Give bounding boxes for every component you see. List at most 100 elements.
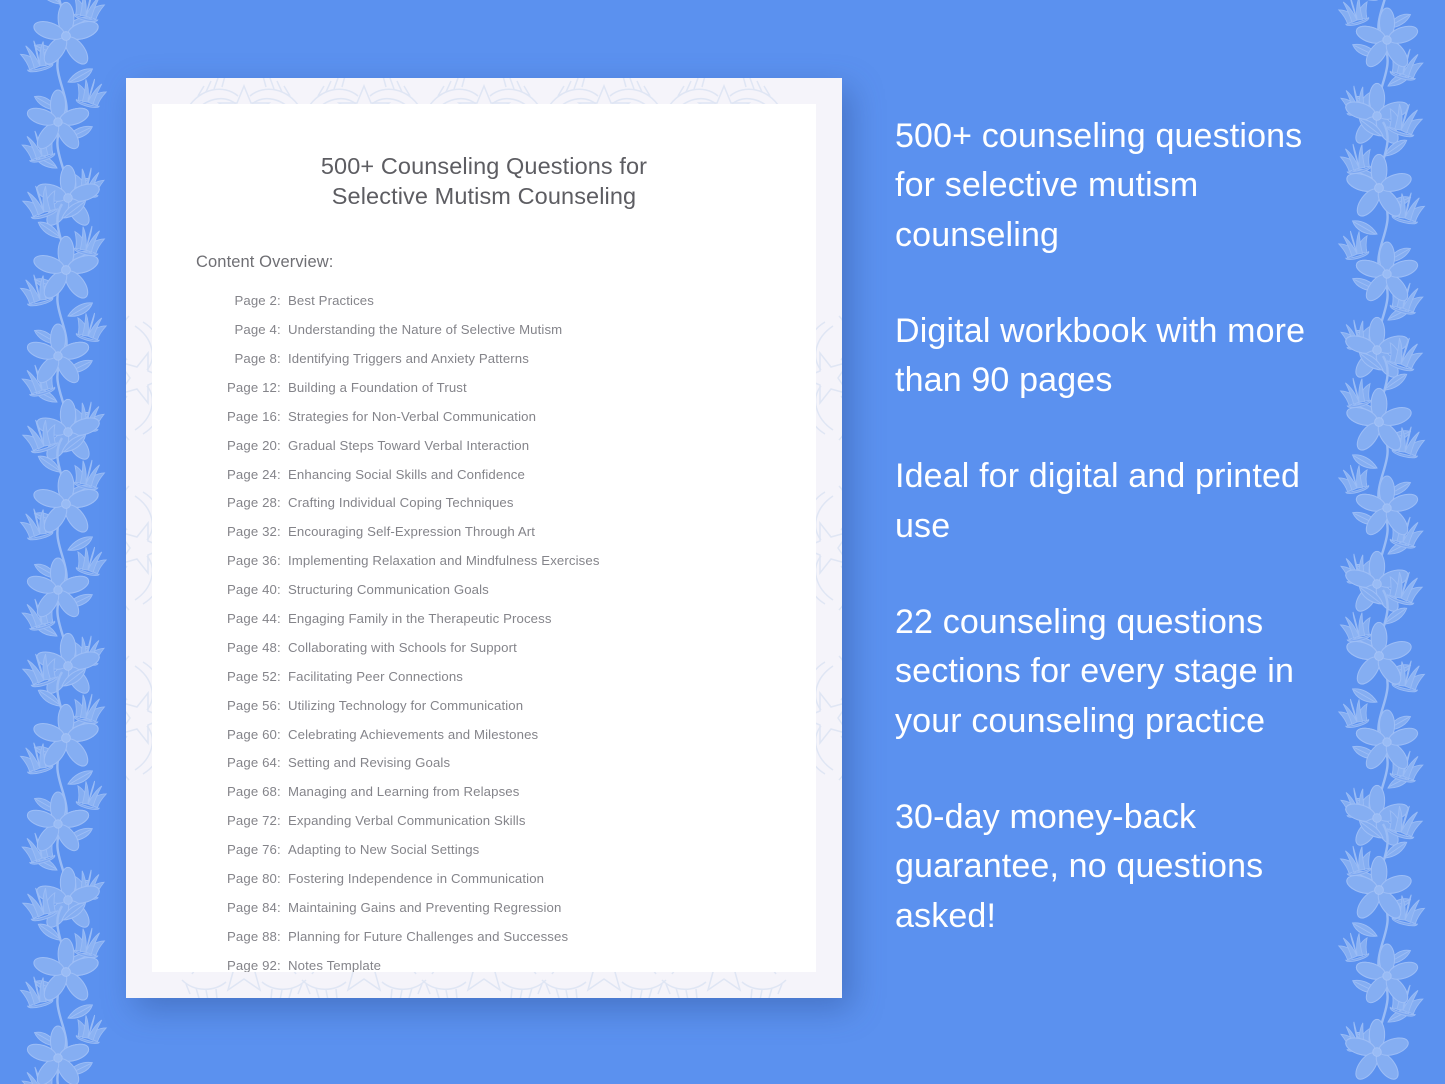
- toc-topic-label: Engaging Family in the Therapeutic Proce…: [288, 610, 552, 626]
- toc-topic-label: Enhancing Social Skills and Confidence: [288, 466, 525, 482]
- toc-separator: :: [277, 553, 281, 569]
- table-of-contents-row: Page 72: Expanding Verbal Communication S…: [220, 813, 816, 842]
- toc-page-number: Page 84: [227, 899, 277, 915]
- toc-page-number: Page 4: [234, 322, 277, 338]
- toc-page-number: Page 24: [227, 466, 277, 482]
- toc-page-number: Page 80: [227, 870, 277, 886]
- toc-page-number: Page 76: [227, 842, 277, 858]
- toc-topic-label: Encouraging Self-Expression Through Art: [288, 524, 536, 540]
- toc-separator: :: [277, 408, 281, 424]
- toc-page-number: Page 40: [227, 582, 277, 598]
- table-of-contents-row: Page 88: Planning for Future Challenges a…: [220, 929, 816, 958]
- table-of-contents-row: Page 2: Best Practices: [220, 293, 816, 322]
- toc-separator: :: [277, 784, 281, 800]
- toc-page-number: Page 48: [227, 639, 277, 655]
- toc-page-number: Page 2: [234, 293, 277, 309]
- promo-block: Digital workbook with more than 90 pages: [895, 311, 1306, 400]
- table-of-contents-row: Page 56: Utilizing Technology for Communi…: [220, 698, 816, 727]
- toc-page-number: Page 8: [234, 350, 277, 366]
- toc-topic-label: Structuring Communication Goals: [288, 582, 489, 598]
- workbook-page-sheet: 500+ Counseling Questions for Selective …: [152, 104, 816, 972]
- toc-separator: :: [277, 582, 281, 598]
- toc-separator: :: [277, 899, 281, 915]
- toc-topic-label: Identifying Triggers and Anxiety Pattern…: [288, 350, 529, 366]
- table-of-contents-row: Page 36: Implementing Relaxation and Mind…: [220, 553, 816, 582]
- table-of-contents-row: Page 92: Notes Template: [220, 958, 816, 972]
- toc-separator: :: [277, 350, 281, 366]
- table-of-contents-row: Page 48: Collaborating with Schools for S…: [220, 640, 816, 669]
- toc-separator: :: [277, 957, 281, 972]
- toc-topic-label: Setting and Revising Goals: [288, 755, 451, 771]
- toc-page-number: Page 72: [227, 813, 277, 829]
- toc-separator: :: [277, 697, 281, 713]
- left-floral-border: [0, 0, 132, 1084]
- toc-topic-label: Adapting to New Social Settings: [288, 842, 480, 858]
- table-of-contents-row: Page 52: Facilitating Peer Connections: [220, 669, 816, 698]
- toc-topic-label: Utilizing Technology for Communication: [288, 697, 524, 713]
- promo-block: Ideal for digital and printed use: [895, 457, 1301, 545]
- page-title: 500+ Counseling Questions for Selective …: [152, 104, 816, 211]
- toc-topic-label: Gradual Steps Toward Verbal Interaction: [288, 437, 530, 453]
- toc-page-number: Page 16: [227, 408, 277, 424]
- toc-topic-label: Notes Template: [288, 957, 382, 972]
- content-overview-label: Content Overview:: [196, 253, 334, 272]
- toc-topic-label: Facilitating Peer Connections: [288, 668, 464, 684]
- toc-page-number: Page 44: [227, 610, 277, 626]
- toc-page-number: Page 36: [227, 553, 277, 569]
- table-of-contents-row: Page 24: Enhancing Social Skills and Conf…: [220, 467, 816, 496]
- card-frame: 500+ Counseling Questions for Selective …: [126, 78, 842, 998]
- toc-separator: :: [277, 379, 281, 395]
- page-title-line-1: 500+ Counseling Questions for: [320, 153, 648, 179]
- promo-block: 500+ counseling questions for selective …: [895, 117, 1303, 254]
- table-of-contents-row: Page 20: Gradual Steps Toward Verbal Inte…: [220, 438, 816, 467]
- toc-topic-label: Celebrating Achievements and Milestones: [288, 726, 539, 742]
- table-of-contents-row: Page 8: Identifying Triggers and Anxiety …: [220, 351, 816, 380]
- table-of-contents-row: Page 40: Structuring Communication Goals: [220, 582, 816, 611]
- table-of-contents-row: Page 84: Maintaining Gains and Preventing…: [220, 900, 816, 929]
- toc-topic-label: Implementing Relaxation and Mindfulness …: [288, 553, 600, 569]
- toc-topic-label: Strategies for Non-Verbal Communication: [288, 408, 537, 424]
- table-of-contents-row: Page 76: Adapting to New Social Settings: [220, 842, 816, 871]
- toc-separator: :: [277, 322, 281, 338]
- toc-separator: :: [277, 610, 281, 626]
- toc-page-number: Page 20: [227, 437, 277, 453]
- toc-topic-label: Maintaining Gains and Preventing Regress…: [288, 899, 562, 915]
- toc-topic-label: Understanding the Nature of Selective Mu…: [288, 322, 563, 338]
- toc-topic-label: Fostering Independence in Communication: [288, 870, 545, 886]
- toc-topic-label: Expanding Verbal Communication Skills: [288, 813, 526, 829]
- toc-separator: :: [277, 495, 281, 511]
- page-title-line-2: Selective Mutism Counseling: [331, 183, 637, 210]
- table-of-contents-row: Page 4: Understanding the Nature of Selec…: [220, 322, 816, 351]
- table-of-contents-row: Page 12: Building a Foundation of Trust: [220, 380, 816, 409]
- toc-separator: :: [277, 842, 281, 858]
- toc-page-number: Page 68: [227, 784, 277, 800]
- table-of-contents-row: Page 16: Strategies for Non-Verbal Commun…: [220, 409, 816, 438]
- toc-page-number: Page 56: [227, 697, 277, 713]
- toc-separator: :: [277, 813, 281, 829]
- toc-page-number: Page 52: [227, 668, 277, 684]
- table-of-contents-row: Page 44: Engaging Family in the Therapeut…: [220, 611, 816, 640]
- toc-page-number: Page 28: [227, 495, 277, 511]
- toc-topic-label: Crafting Individual Coping Techniques: [288, 495, 514, 511]
- toc-separator: :: [277, 293, 281, 309]
- toc-page-number: Page 12: [227, 379, 277, 395]
- table-of-contents: Page 2: Best Practices Page 4: Understandin…: [152, 272, 816, 972]
- table-of-contents-row: Page 60: Celebrating Achievements and Mil…: [220, 727, 816, 756]
- toc-page-number: Page 88: [227, 928, 277, 944]
- toc-topic-label: Building a Foundation of Trust: [288, 379, 467, 395]
- workbook-preview-card[interactable]: 500+ Counseling Questions for Selective …: [126, 78, 842, 998]
- toc-topic-label: Managing and Learning from Relapses: [288, 784, 520, 800]
- toc-separator: :: [277, 524, 281, 540]
- promo-block: 30-day money-back guarantee, no question…: [895, 797, 1264, 935]
- toc-page-number: Page 32: [227, 524, 277, 540]
- toc-separator: :: [277, 870, 281, 886]
- toc-separator: :: [277, 437, 281, 453]
- toc-page-number: Page 64: [227, 755, 277, 771]
- toc-page-number: Page 92: [227, 957, 277, 972]
- toc-page-number: Page 60: [227, 726, 277, 742]
- toc-separator: :: [277, 466, 281, 482]
- table-of-contents-row: Page 80: Fostering Independence in Commun…: [220, 871, 816, 900]
- table-of-contents-row: Page 28: Crafting Individual Coping Techn…: [220, 495, 816, 524]
- toc-separator: :: [277, 639, 281, 655]
- table-of-contents-row: Page 64: Setting and Revising Goals: [220, 755, 816, 784]
